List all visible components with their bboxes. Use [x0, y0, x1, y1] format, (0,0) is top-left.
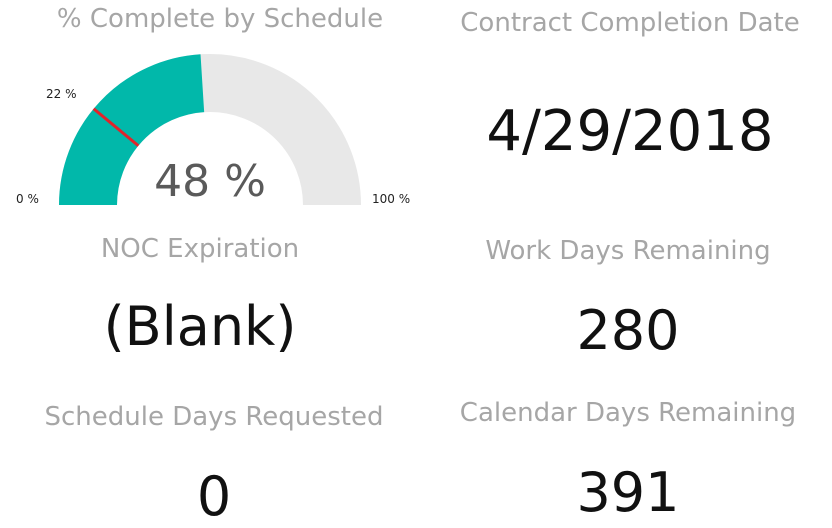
schedule-days-requested-title: Schedule Days Requested [44, 402, 384, 432]
gauge-min-label: 0 % [16, 192, 39, 206]
noc-expiration-title: NOC Expiration [100, 234, 300, 264]
schedule-days-requested-value: 0 [196, 465, 232, 528]
calendar-days-remaining-title: Calendar Days Remaining [459, 398, 797, 428]
gauge-max-label: 100 % [372, 192, 410, 206]
noc-expiration-value: (Blank) [103, 295, 297, 358]
work-days-remaining-value: 280 [576, 299, 680, 362]
gauge-center-value: 48 % [154, 156, 266, 207]
calendar-days-remaining-value: 391 [576, 461, 680, 524]
contract-completion-value: 4/29/2018 [486, 99, 774, 164]
gauge-target-label: 22 % [46, 87, 77, 101]
contract-completion-title: Contract Completion Date [460, 8, 800, 38]
work-days-remaining-title: Work Days Remaining [485, 236, 771, 266]
